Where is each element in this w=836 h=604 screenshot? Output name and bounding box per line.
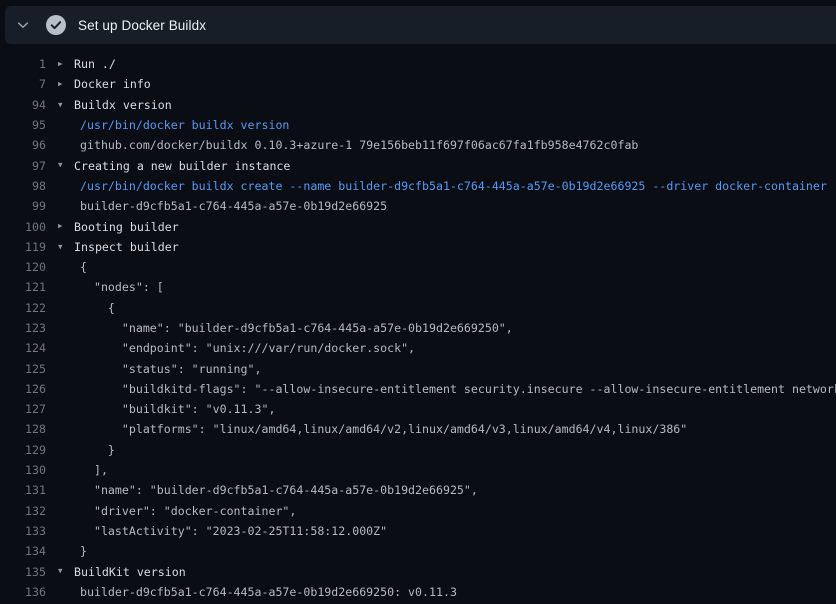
line-number[interactable]: 7: [0, 77, 46, 91]
line-number[interactable]: 136: [0, 585, 46, 599]
log-group-line[interactable]: 7 ▶ Docker info: [0, 74, 836, 94]
log-viewer: 1 ▶ Run ./ 7 ▶ Docker info 94 ▼ Buildx v…: [0, 44, 836, 604]
line-number[interactable]: 131: [0, 483, 46, 497]
line-number[interactable]: 135: [0, 565, 46, 579]
log-line: 95 /usr/bin/docker buildx version: [0, 115, 836, 135]
log-line: 99 builder-d9cfb5a1-c764-445a-a57e-0b19d…: [0, 196, 836, 216]
log-line-text: Run ./: [72, 57, 836, 71]
log-line-text: Buildx version: [72, 98, 836, 112]
log-line: 123 "name": "builder-d9cfb5a1-c764-445a-…: [0, 318, 836, 338]
log-line: 122 {: [0, 298, 836, 318]
line-number[interactable]: 121: [0, 280, 46, 294]
line-number[interactable]: 132: [0, 504, 46, 518]
log-line: 96 github.com/docker/buildx 0.10.3+azure…: [0, 135, 836, 155]
log-group-line[interactable]: 97 ▼ Creating a new builder instance: [0, 155, 836, 175]
line-number[interactable]: 133: [0, 524, 46, 538]
log-line: 127 "buildkit": "v0.11.3",: [0, 399, 836, 419]
log-group-line[interactable]: 1 ▶ Run ./: [0, 54, 836, 74]
caret-expanded-icon[interactable]: ▼: [46, 95, 72, 115]
log-line-text: "name": "builder-d9cfb5a1-c764-445a-a57e…: [72, 483, 836, 497]
log-line-text: BuildKit version: [72, 565, 836, 579]
line-number[interactable]: 1: [0, 57, 46, 71]
log-line: 134 }: [0, 541, 836, 561]
log-line: 129 }: [0, 440, 836, 460]
caret-collapsed-icon[interactable]: ▶: [46, 216, 72, 236]
log-line: 132 "driver": "docker-container",: [0, 501, 836, 521]
chevron-down-icon[interactable]: [15, 17, 31, 33]
log-line-text: github.com/docker/buildx 0.10.3+azure-1 …: [72, 138, 836, 152]
log-line-text: Inspect builder: [72, 240, 836, 254]
step-title: Set up Docker Buildx: [78, 18, 206, 33]
log-line-text: "platforms": "linux/amd64,linux/amd64/v2…: [72, 422, 836, 436]
log-line-text: }: [72, 544, 836, 558]
caret-expanded-icon[interactable]: ▼: [46, 237, 72, 257]
caret-collapsed-icon[interactable]: ▶: [46, 54, 72, 74]
line-number[interactable]: 130: [0, 463, 46, 477]
line-number[interactable]: 120: [0, 260, 46, 274]
log-line-text: "name": "builder-d9cfb5a1-c764-445a-a57e…: [72, 321, 836, 335]
log-line: 130 ],: [0, 460, 836, 480]
line-number[interactable]: 129: [0, 443, 46, 457]
log-line: 124 "endpoint": "unix:///var/run/docker.…: [0, 338, 836, 358]
log-line: 131 "name": "builder-d9cfb5a1-c764-445a-…: [0, 480, 836, 500]
step-header[interactable]: Set up Docker Buildx: [5, 6, 836, 44]
line-number[interactable]: 123: [0, 321, 46, 335]
line-number[interactable]: 96: [0, 138, 46, 152]
log-group-line[interactable]: 135 ▼ BuildKit version: [0, 561, 836, 581]
log-line-text: Booting builder: [72, 220, 836, 234]
log-line-text: "buildkitd-flags": "--allow-insecure-ent…: [72, 382, 836, 396]
line-number[interactable]: 125: [0, 362, 46, 376]
log-line-text: "lastActivity": "2023-02-25T11:58:12.000…: [72, 524, 836, 538]
log-line: 125 "status": "running",: [0, 358, 836, 378]
line-number[interactable]: 94: [0, 98, 46, 112]
log-group-line[interactable]: 94 ▼ Buildx version: [0, 95, 836, 115]
log-line-text: "status": "running",: [72, 362, 836, 376]
caret-collapsed-icon[interactable]: ▶: [46, 74, 72, 94]
log-line-text: {: [72, 301, 836, 315]
log-group-line[interactable]: 119 ▼ Inspect builder: [0, 237, 836, 257]
log-line-text: "driver": "docker-container",: [72, 504, 836, 518]
line-number[interactable]: 97: [0, 159, 46, 173]
caret-expanded-icon[interactable]: ▼: [46, 561, 72, 581]
log-line: 121 "nodes": [: [0, 277, 836, 297]
log-line-text: "nodes": [: [72, 280, 836, 294]
line-number[interactable]: 124: [0, 341, 46, 355]
line-number[interactable]: 95: [0, 118, 46, 132]
caret-expanded-icon[interactable]: ▼: [46, 155, 72, 175]
log-line: 120 {: [0, 257, 836, 277]
log-group-line[interactable]: 100 ▶ Booting builder: [0, 216, 836, 236]
line-number[interactable]: 119: [0, 240, 46, 254]
log-line: 128 "platforms": "linux/amd64,linux/amd6…: [0, 419, 836, 439]
log-line-text: Creating a new builder instance: [72, 159, 836, 173]
log-line-text: ],: [72, 463, 836, 477]
log-line-text: Docker info: [72, 77, 836, 91]
log-line-text: {: [72, 260, 836, 274]
log-line-text: "buildkit": "v0.11.3",: [72, 402, 836, 416]
line-number[interactable]: 126: [0, 382, 46, 396]
line-number[interactable]: 134: [0, 544, 46, 558]
log-line: 126 "buildkitd-flags": "--allow-insecure…: [0, 379, 836, 399]
check-circle-icon: [46, 15, 66, 35]
line-number[interactable]: 99: [0, 199, 46, 213]
line-number[interactable]: 100: [0, 220, 46, 234]
line-number[interactable]: 128: [0, 422, 46, 436]
log-line-text: /usr/bin/docker buildx create --name bui…: [72, 179, 836, 193]
line-number[interactable]: 127: [0, 402, 46, 416]
log-line-text: "endpoint": "unix:///var/run/docker.sock…: [72, 341, 836, 355]
log-line: 136 builder-d9cfb5a1-c764-445a-a57e-0b19…: [0, 582, 836, 602]
log-line: 98 /usr/bin/docker buildx create --name …: [0, 176, 836, 196]
line-number[interactable]: 98: [0, 179, 46, 193]
log-line-text: builder-d9cfb5a1-c764-445a-a57e-0b19d2e6…: [72, 585, 836, 599]
line-number[interactable]: 122: [0, 301, 46, 315]
log-line-text: }: [72, 443, 836, 457]
log-line-text: builder-d9cfb5a1-c764-445a-a57e-0b19d2e6…: [72, 199, 836, 213]
log-line-text: /usr/bin/docker buildx version: [72, 118, 836, 132]
log-line: 133 "lastActivity": "2023-02-25T11:58:12…: [0, 521, 836, 541]
